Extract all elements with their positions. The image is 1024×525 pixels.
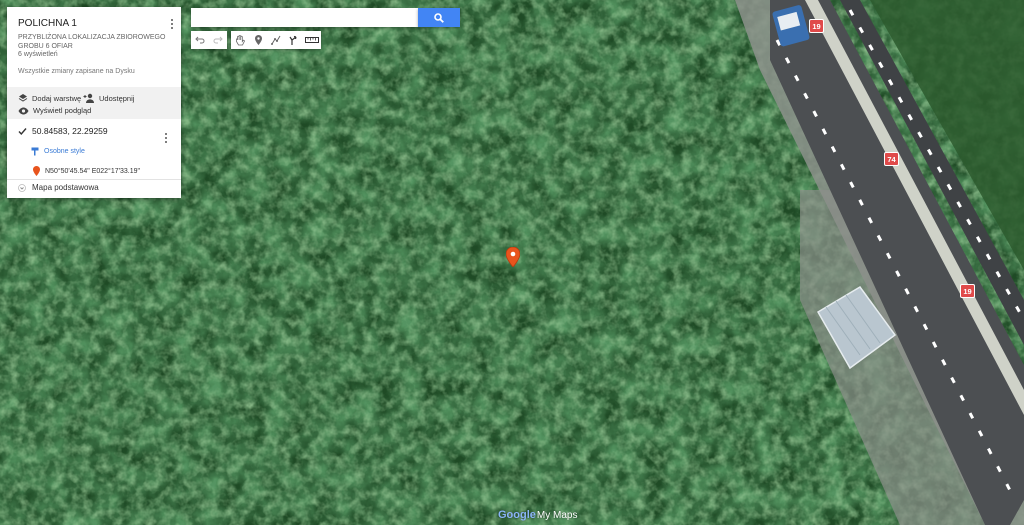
add-person-icon: [83, 93, 94, 103]
add-layer-label: Dodaj warstwę: [32, 93, 82, 103]
redo-icon: [213, 36, 223, 44]
layers-icon: [18, 94, 28, 102]
panel-divider: [7, 179, 181, 180]
paint-roller-icon: [31, 147, 39, 156]
save-status: Wszystkie zmiany zapisane na Dysku: [18, 68, 135, 75]
point-list-item[interactable]: N50°50'45.54" E022°17'33.19": [33, 166, 140, 176]
chevron-down-icon: [18, 183, 26, 192]
style-label: Osobne style: [44, 148, 85, 155]
hand-icon: [236, 34, 245, 45]
layer-options-icon[interactable]: [161, 131, 171, 145]
map-legend-panel: POLICHNA 1 PRZYBLIŻONA LOKALIZACJA ZBIOR…: [7, 7, 181, 198]
basemap-toggle[interactable]: Mapa podstawowa: [18, 183, 99, 192]
preview-label: Wyświetl podgląd: [33, 106, 92, 115]
map-options-icon[interactable]: [167, 17, 177, 31]
redo-button[interactable]: [209, 31, 227, 49]
preview-button[interactable]: Wyświetl podgląd: [18, 106, 91, 115]
layer-header: 50.84583, 22.29259: [18, 126, 108, 136]
measure-button[interactable]: [303, 31, 321, 49]
directions-button[interactable]: [285, 31, 303, 49]
layer-style-link[interactable]: Osobne style: [31, 147, 85, 156]
eye-icon: [18, 107, 29, 114]
ruler-icon: [305, 37, 319, 43]
share-label: Udostępnij: [99, 93, 135, 103]
road-sign-74: 74: [884, 152, 899, 166]
search-button[interactable]: [418, 8, 460, 27]
road-sign-19-bottom: 19: [960, 284, 975, 298]
marker-icon: [254, 35, 262, 45]
map-marker-icon[interactable]: [506, 247, 520, 267]
layer-name[interactable]: 50.84583, 22.29259: [32, 126, 108, 136]
share-button[interactable]: Udostępnij: [83, 93, 134, 103]
my-maps-text: My Maps: [536, 510, 578, 521]
draw-line-button[interactable]: [267, 31, 285, 49]
search-icon: [434, 12, 444, 23]
road-sign-19-top: 19: [809, 19, 824, 33]
undo-icon: [195, 36, 205, 44]
undo-button[interactable]: [191, 31, 209, 49]
history-tools: [191, 31, 227, 49]
map-title[interactable]: POLICHNA 1: [18, 18, 77, 29]
view-count: 6 wyświetleń: [18, 51, 58, 58]
directions-icon: [289, 35, 297, 45]
search-input[interactable]: [191, 8, 418, 27]
marker-icon: [33, 166, 40, 176]
google-logo-text: Google: [498, 509, 536, 521]
draw-line-icon: [271, 35, 281, 45]
add-marker-button[interactable]: [249, 31, 267, 49]
edit-tools: [231, 31, 321, 49]
map-toolbar: [191, 31, 321, 49]
basemap-label: Mapa podstawowa: [32, 183, 99, 192]
select-hand-button[interactable]: [231, 31, 249, 49]
google-my-maps-logo: Google My Maps: [498, 509, 577, 521]
point-label: N50°50'45.54" E022°17'33.19": [45, 167, 140, 175]
checkbox-checked-icon[interactable]: [18, 127, 27, 136]
add-layer-button[interactable]: Dodaj warstwę: [18, 93, 81, 103]
map-actions-bar: Dodaj warstwę Udostępnij Wyświetl podglą…: [7, 87, 181, 119]
map-description[interactable]: PRZYBLIŻONA LOKALIZACJA ZBIOROWEGO GROBU…: [18, 33, 168, 51]
